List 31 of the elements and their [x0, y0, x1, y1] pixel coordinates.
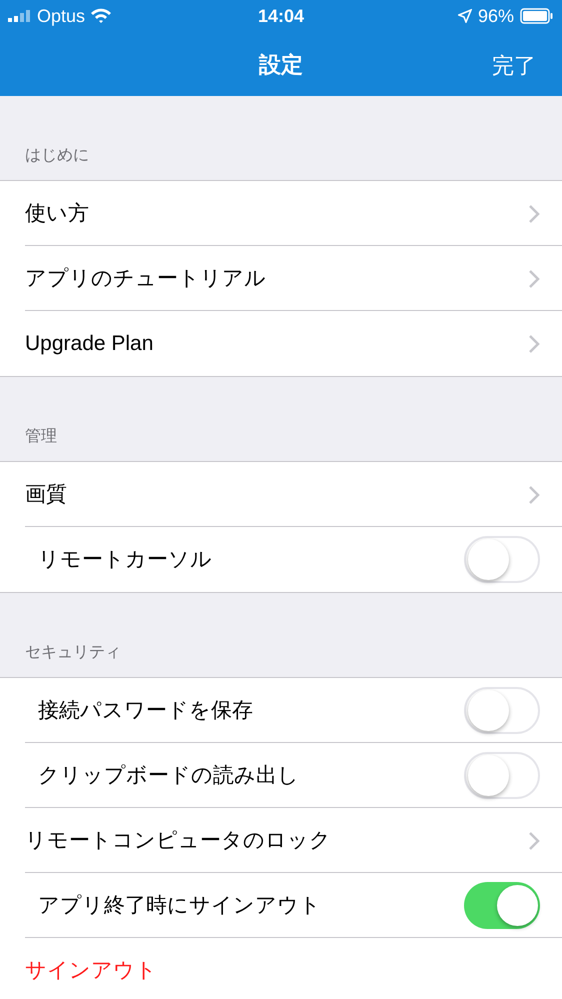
chevron-right-icon — [528, 268, 540, 288]
toggle-switch[interactable] — [464, 536, 540, 583]
row-label[interactable]: 画質 — [25, 478, 528, 510]
row-label[interactable]: Upgrade Plan — [25, 328, 528, 360]
row-label[interactable]: リモートコンピュータのロック — [25, 824, 528, 856]
toggle-switch[interactable] — [464, 882, 540, 929]
chevron-right-icon — [528, 484, 540, 504]
clock-time: 14:04 — [258, 6, 304, 26]
row-label: リモートカーソル — [38, 546, 213, 573]
row-label[interactable]: 使い方 — [25, 198, 528, 230]
battery-icon — [520, 8, 554, 24]
wifi-icon — [90, 8, 112, 24]
row-label: アプリ終了時にサインアウト — [38, 892, 322, 919]
section-header: セキュリティ — [25, 643, 121, 663]
location-arrow-icon — [458, 9, 472, 23]
chevron-right-icon — [528, 334, 540, 354]
toggle-switch[interactable] — [464, 752, 540, 799]
toggle-switch[interactable] — [464, 687, 540, 734]
section-header: 管理 — [25, 427, 57, 447]
chevron-right-icon — [528, 830, 540, 850]
chevron-right-icon — [528, 204, 540, 224]
page-title: 設定 — [259, 50, 303, 78]
battery-percent: 96% — [478, 4, 514, 28]
row-label[interactable]: アプリのチュートリアル — [25, 262, 528, 294]
section-header: はじめに — [25, 146, 89, 166]
row-label: クリップボードの読み出し — [38, 762, 300, 789]
signal-icon — [8, 10, 32, 22]
carrier-name: Optus — [37, 4, 86, 28]
done-button[interactable]: 完了 — [492, 49, 536, 82]
row-label: 接続パスワードを保存 — [38, 698, 254, 724]
sign-out-button[interactable]: サインアウト — [25, 954, 157, 986]
